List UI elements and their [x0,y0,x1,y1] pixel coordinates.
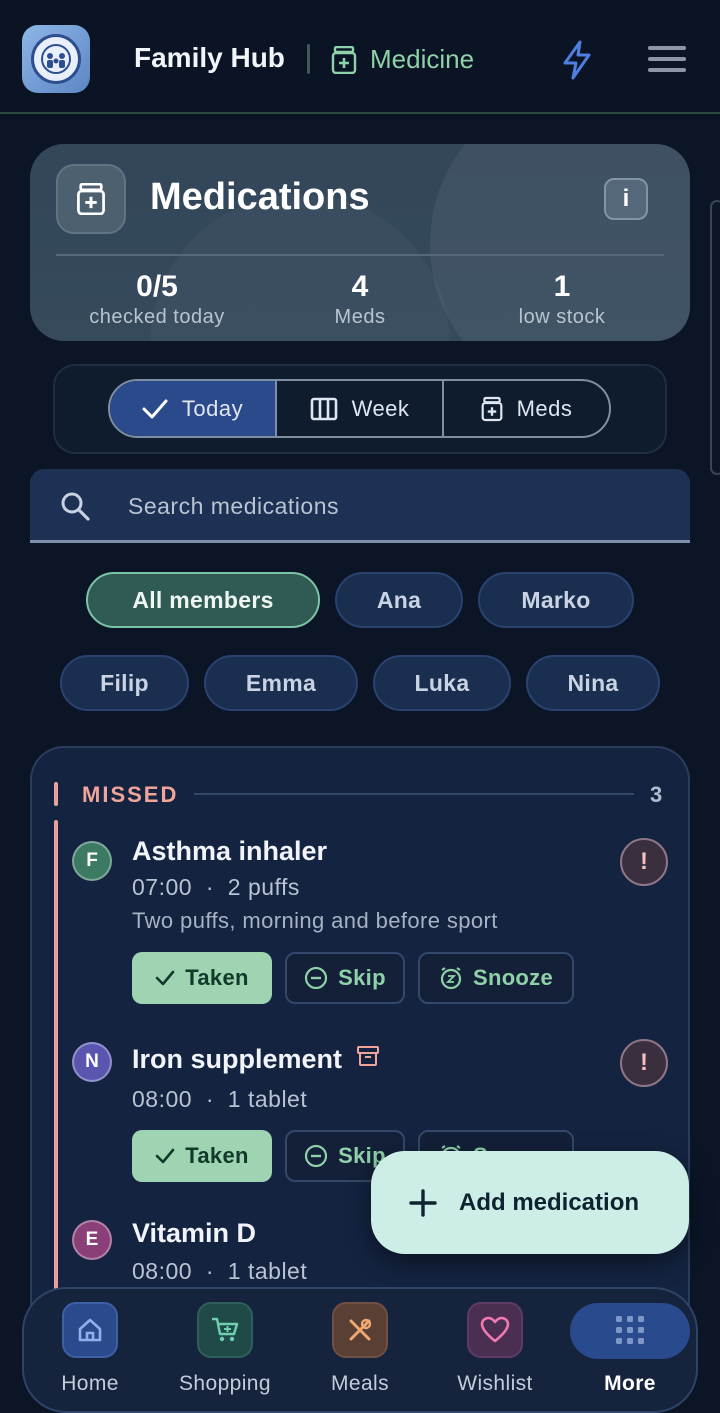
alert-icon[interactable]: ! [620,838,668,886]
missed-marker [54,782,58,806]
divider [56,254,664,256]
info-button[interactable]: i [604,178,648,220]
view-tabs: Today Week Meds [108,379,611,438]
tab-week[interactable]: Week [275,381,442,436]
nav-wishlist[interactable]: Wishlist [430,1302,560,1396]
chip-marko[interactable]: Marko [478,572,634,628]
add-medication-button[interactable]: Add medication [371,1151,689,1254]
chip-emma[interactable]: Emma [204,655,358,711]
appbar-divider [307,44,310,74]
medicine-icon [481,396,503,421]
taken-button[interactable]: Taken [132,1130,272,1182]
tab-today[interactable]: Today [110,381,275,436]
section-label[interactable]: Medicine [370,44,474,75]
skip-button[interactable]: Skip [285,952,405,1004]
utensils-icon [332,1302,388,1358]
skip-icon [305,966,328,990]
avatar: E [72,1220,112,1260]
chip-all-members[interactable]: All members [86,572,320,628]
columns-icon [310,397,337,420]
check-icon [142,399,168,418]
check-icon [155,1148,175,1164]
medicine-icon [56,164,126,234]
nav-meals[interactable]: Meals [295,1302,425,1396]
chip-filip[interactable]: Filip [60,655,189,711]
chip-nina[interactable]: Nina [526,655,660,711]
search-icon [61,492,90,521]
missed-rail [54,820,58,1306]
avatar: N [72,1042,112,1082]
missed-count: 3 [650,782,663,807]
family-logo-icon[interactable] [22,25,90,93]
app-title: Family Hub [134,42,285,73]
home-icon [62,1302,118,1358]
nav-home[interactable]: Home [25,1302,155,1396]
med-schedule: 07:00 · 2 puffs [132,874,300,900]
stat-low-stock: 1 low stock [518,270,606,328]
archive-icon [356,1046,379,1066]
stat-checked-today: 0/5 checked today [89,270,225,328]
med-name: Iron supplement [132,1044,380,1075]
med-schedule: 08:00 · 1 tablet [132,1258,308,1284]
taken-button[interactable]: Taken [132,952,272,1004]
alarm-clock-icon [440,967,462,990]
stat-meds: 4 Meds [334,270,386,328]
med-note: Two puffs, morning and before sport [132,908,498,933]
app-bar: Family Hub Medicine [0,0,720,114]
bolt-icon[interactable] [560,40,594,80]
check-icon [155,970,175,986]
grid-icon [602,1302,658,1358]
heart-icon [467,1302,523,1358]
section-heading-missed: MISSED [82,782,179,807]
snooze-button[interactable]: Snooze [418,952,574,1004]
med-name: Asthma inhaler [132,836,328,866]
chip-luka[interactable]: Luka [373,655,511,711]
nav-shopping[interactable]: Shopping [160,1302,290,1396]
page-title: Medications [150,176,370,218]
list-item[interactable]: F Asthma inhaler 07:00 · 2 puffs Two puf… [72,836,672,1008]
search-input[interactable] [128,487,648,525]
medicine-icon [331,46,357,74]
avatar: F [72,841,112,881]
divider [194,793,634,795]
plus-icon [409,1188,437,1217]
hamburger-menu-icon[interactable] [648,46,686,74]
med-schedule: 08:00 · 1 tablet [132,1086,308,1112]
skip-icon [305,1144,328,1168]
cart-icon [197,1302,253,1358]
tab-meds[interactable]: Meds [442,381,609,436]
nav-more[interactable]: More [565,1302,695,1396]
summary-card: Medications i 0/5 checked today 4 Meds 1… [30,144,690,341]
scrollbar[interactable] [710,200,720,475]
med-name: Vitamin D [132,1218,257,1248]
alert-icon[interactable]: ! [620,1039,668,1087]
chip-ana[interactable]: Ana [335,572,463,628]
